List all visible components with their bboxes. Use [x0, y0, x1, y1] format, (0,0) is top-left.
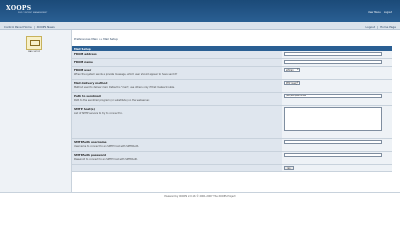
mail-method-desc: Method used to deliver mail. Default is … [74, 85, 175, 89]
user-nav: User Menu Logout [368, 11, 392, 14]
from-user-select[interactable]: elfman [284, 67, 300, 72]
from-name-label: FROM name [74, 59, 93, 64]
nav-left: Control Panel Home | XOOPS News [4, 25, 55, 29]
xoops-logo[interactable]: XOOPS [6, 5, 31, 12]
from-user-row: FROM user When the system sends a privat… [72, 67, 392, 80]
top-nav: Control Panel Home | XOOPS News Logout |… [0, 22, 400, 30]
mail-method-row: Mail delivery method Method used to deli… [72, 80, 392, 93]
smtp-user-label: SMTPAuth username [74, 139, 107, 144]
smtp-hosts-label: SMTP host(s) [74, 106, 95, 111]
page-header: XOOPS PHP CONTENT MANAGEMENT User Menu L… [0, 0, 400, 22]
from-address-label: FROM address [74, 51, 97, 56]
smtp-user-input[interactable] [284, 139, 382, 144]
sendmail-path-desc: Path to the sendmail program (or substit… [74, 98, 150, 102]
nav-separator: | [33, 24, 35, 29]
mail-setup-form: Mail Setup FROM address FROM name FROM u… [72, 46, 392, 172]
nav-separator: | [377, 24, 379, 29]
xoops-news-link[interactable]: XOOPS News [37, 25, 55, 29]
smtp-hosts-textarea[interactable] [284, 106, 382, 131]
module-sidebar: MAIL SETUP [0, 30, 72, 192]
smtp-pass-label: SMTPAuth password [74, 152, 107, 157]
sendmail-path-row: Path to sendmail Path to the sendmail pr… [72, 93, 392, 106]
from-address-input[interactable] [284, 51, 382, 56]
mail-setup-label: MAIL SETUP [28, 51, 40, 53]
mail-setup-icon[interactable] [26, 36, 42, 50]
smtp-pass-input[interactable] [284, 152, 382, 157]
smtp-hosts-row: SMTP host(s) List of SMTP servers to try… [72, 106, 392, 139]
sendmail-path-input[interactable] [284, 93, 382, 98]
header-logout-link[interactable]: Logout [384, 11, 392, 14]
mail-method-label: Mail delivery method [74, 80, 108, 85]
submit-row: Go [72, 165, 392, 172]
logout-link[interactable]: Logout [366, 25, 376, 29]
nav-right: Logout | Home Page [366, 25, 396, 29]
from-name-input[interactable] [284, 59, 382, 64]
smtp-user-desc: Username to connect to an SMTP host with… [74, 144, 139, 148]
go-button[interactable]: Go [284, 165, 294, 170]
logo-subtitle: PHP CONTENT MANAGEMENT [18, 12, 48, 14]
mail-method-select[interactable]: PHP mail() [284, 80, 300, 85]
smtp-hosts-desc: List of SMTP servers to try to connect t… [74, 111, 123, 115]
from-user-desc: When the system sends a private message,… [74, 72, 178, 76]
breadcrumb: Preferences Main »» Mail Setup [74, 37, 118, 41]
home-page-link[interactable]: Home Page [380, 25, 396, 29]
smtp-user-row: SMTPAuth username Username to connect to… [72, 139, 392, 152]
smtp-pass-desc: Password to connect to an SMTP host with… [74, 157, 138, 161]
page-footer: Powered by XOOPS 2.0.16 © 2001-2007 The … [0, 192, 400, 200]
control-panel-home-link[interactable]: Control Panel Home [4, 25, 32, 29]
from-user-label: FROM user [74, 67, 92, 72]
main-content: Preferences Main »» Mail Setup Mail Setu… [72, 30, 400, 192]
from-address-row: FROM address [72, 51, 392, 59]
from-name-row: FROM name [72, 59, 392, 67]
user-menu-link[interactable]: User Menu [368, 11, 381, 14]
sendmail-path-label: Path to sendmail [74, 93, 101, 98]
smtp-pass-row: SMTPAuth password Password to connect to… [72, 152, 392, 165]
